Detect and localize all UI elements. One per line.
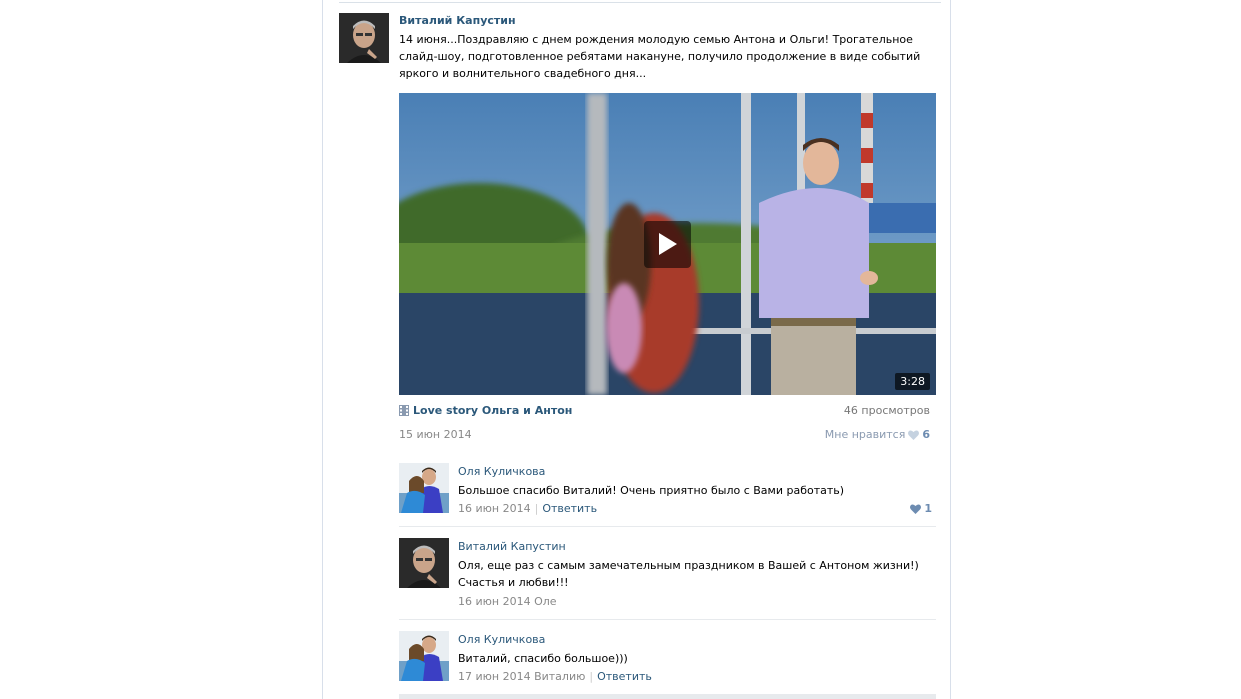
avatar[interactable]: [399, 463, 449, 513]
post-date[interactable]: 15 июн 2014: [399, 428, 472, 441]
reply-link[interactable]: Ответить: [597, 670, 652, 683]
like-count: 6: [922, 428, 930, 441]
reply-link[interactable]: Ответить: [542, 502, 597, 515]
heart-icon: [910, 503, 922, 514]
post-author[interactable]: Виталий Капустин: [399, 14, 516, 27]
play-icon: [659, 233, 677, 255]
comment-item: Виталий Капустин Оля, еще раз с самым за…: [399, 538, 936, 613]
comment-input-bar[interactable]: [399, 694, 936, 699]
comment-item: Оля Куличкова Большое спасибо Виталий! О…: [399, 463, 936, 523]
avatar[interactable]: [339, 13, 389, 63]
video-title-link[interactable]: Love story Ольга и Антон: [399, 404, 572, 417]
avatar[interactable]: [399, 631, 449, 681]
film-icon: [399, 405, 409, 416]
video-title: Love story Ольга и Антон: [413, 404, 573, 417]
comment-text: Большое спасибо Виталий! Очень приятно б…: [458, 484, 845, 497]
separator: |: [589, 670, 594, 683]
separator: |: [534, 502, 539, 515]
heart-icon: [908, 429, 920, 440]
comment-like-count: 1: [924, 502, 932, 515]
video-player[interactable]: 3:28: [399, 93, 936, 395]
video-views: 46 просмотров: [843, 404, 930, 417]
divider: [399, 526, 936, 527]
comment-text: Оля, еще раз с самым замечательным празд…: [458, 559, 919, 589]
post-text: 14 июня...Поздравляю с днем рождения мол…: [399, 33, 921, 80]
comment-author[interactable]: Оля Куличкова: [458, 633, 545, 646]
play-button[interactable]: [644, 221, 691, 268]
like-button[interactable]: Мне нравится 6: [825, 428, 930, 441]
divider: [399, 619, 936, 620]
comment-date[interactable]: 16 июн 2014: [458, 502, 531, 515]
like-label: Мне нравится: [824, 428, 906, 441]
comment-author[interactable]: Оля Куличкова: [458, 465, 545, 478]
comment-date[interactable]: 17 июн 2014 Виталию: [458, 670, 585, 683]
comment-item: Оля Куличкова Виталий, спасибо большое))…: [399, 631, 936, 686]
comment-text: Виталий, спасибо большое))): [458, 652, 628, 665]
video-duration: 3:28: [895, 373, 930, 390]
comment-like-button[interactable]: 1: [910, 502, 932, 515]
comment-meta: 16 июн 2014 | Ответить: [458, 502, 597, 515]
avatar[interactable]: [399, 538, 449, 588]
comment-meta: 16 июн 2014 Оле: [458, 595, 557, 608]
divider: [339, 2, 941, 3]
comment-date[interactable]: 16 июн 2014 Оле: [458, 595, 557, 608]
comment-meta: 17 июн 2014 Виталию | Ответить: [458, 670, 652, 683]
comment-author[interactable]: Виталий Капустин: [458, 540, 566, 553]
